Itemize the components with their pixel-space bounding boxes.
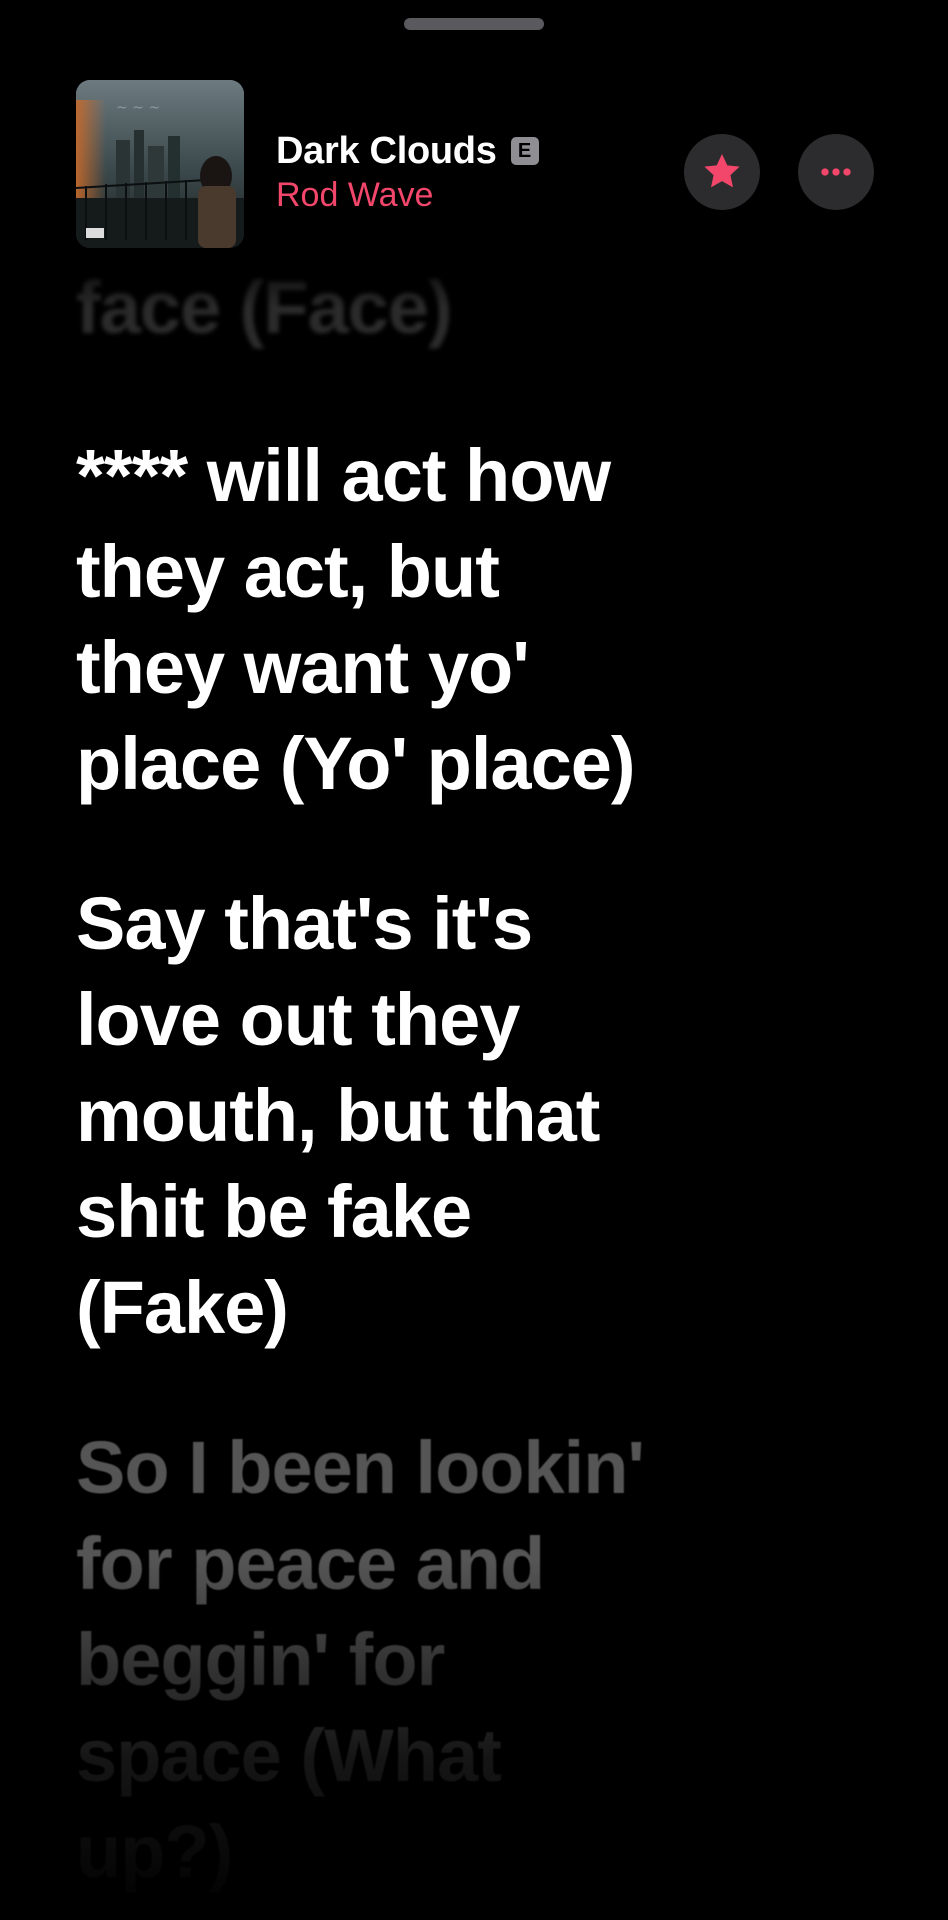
favorite-button[interactable] (684, 134, 760, 210)
track-info[interactable]: Dark Clouds E Rod Wave (276, 128, 539, 215)
lyric-line-next[interactable]: So I been lookin' for peace and beggin' … (76, 1420, 645, 1900)
now-playing-header: ~ ~ ~ Dark Clouds E Rod Wave (0, 0, 948, 260)
lyric-line-previous[interactable]: face (Face) (76, 260, 453, 356)
title-row: Dark Clouds E (276, 128, 539, 174)
star-icon (704, 154, 740, 188)
artist-name[interactable]: Rod Wave (276, 176, 539, 215)
lyric-line-current-2[interactable]: Say that's it's love out they mouth, but… (76, 876, 600, 1356)
song-title: Dark Clouds (276, 129, 497, 172)
explicit-badge: E (510, 137, 539, 165)
more-options-button[interactable] (798, 134, 874, 210)
ellipsis-icon (821, 168, 851, 176)
lyric-line-current[interactable]: **** will act how they act, but they wan… (76, 428, 636, 812)
album-artwork[interactable]: ~ ~ ~ (76, 80, 244, 248)
svg-text:~ ~ ~: ~ ~ ~ (116, 100, 160, 116)
album-artwork-image: ~ ~ ~ (76, 80, 244, 248)
